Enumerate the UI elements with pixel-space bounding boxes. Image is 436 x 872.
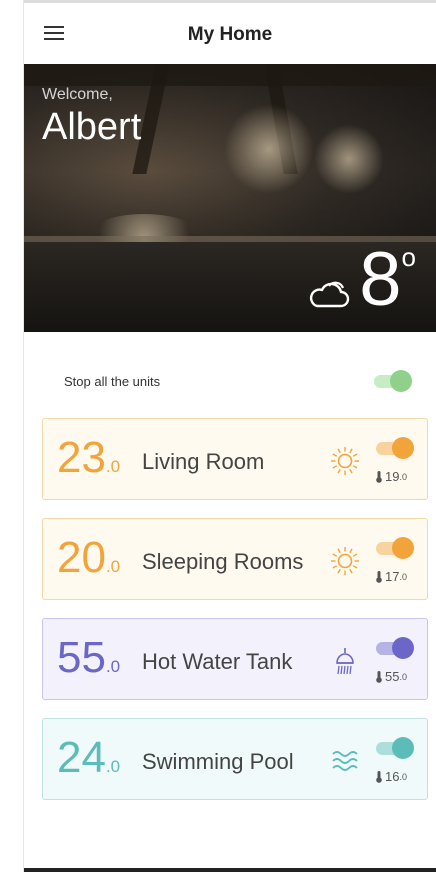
temperature-value: 24 (57, 733, 106, 782)
temperature-value: 55 (57, 633, 106, 682)
shower-icon (329, 645, 361, 677)
current-temperature: 20.0 (57, 533, 120, 592)
setpoint-value: 16 (385, 769, 400, 784)
current-temperature: 55.0 (57, 633, 120, 692)
unit-toggle[interactable] (376, 437, 414, 459)
welcome-text: Welcome, (42, 86, 113, 103)
thermometer-icon (376, 770, 382, 783)
temperature-decimal: .0 (105, 457, 121, 476)
setpoint: 55.0 (376, 669, 407, 684)
setpoint-decimal: .0 (399, 671, 407, 682)
setpoint: 19.0 (376, 469, 407, 484)
setpoint-value: 19 (385, 469, 400, 484)
unit-card[interactable]: 20.0 Sleeping Rooms 17.0 (42, 518, 428, 600)
stop-all-label: Stop all the units (64, 374, 161, 389)
temperature-decimal: .0 (105, 757, 121, 776)
setpoint-decimal: .0 (399, 471, 407, 482)
unit-card[interactable]: 24.0 Swimming Pool 16.0 (42, 718, 428, 800)
degree-symbol: o (401, 242, 416, 272)
app-header: My Home (24, 3, 436, 64)
pendant-lamp (224, 104, 314, 194)
sun-icon (329, 445, 361, 477)
cloud-sun-icon (310, 281, 350, 308)
temperature-decimal: .0 (105, 657, 121, 676)
unit-toggle[interactable] (376, 537, 414, 559)
thermometer-icon (376, 670, 382, 683)
setpoint-value: 17 (385, 569, 400, 584)
ceiling-beam (24, 64, 436, 86)
waves-icon (329, 745, 361, 777)
unit-name: Living Room (142, 449, 265, 474)
unit-name: Swimming Pool (142, 749, 294, 774)
setpoint-decimal: .0 (399, 771, 407, 782)
temperature-value: 20 (57, 533, 106, 582)
setpoint: 17.0 (376, 569, 407, 584)
app-screen: My Home Welcome, Albert 8 o Stop all the… (24, 0, 436, 872)
pendant-lamp (314, 124, 384, 194)
unit-toggle[interactable] (376, 637, 414, 659)
temperature-value: 23 (57, 433, 106, 482)
page-title: My Home (187, 24, 273, 45)
setpoint-value: 55 (385, 669, 400, 684)
bottom-edge (24, 868, 436, 872)
unit-toggle[interactable] (376, 737, 414, 759)
unit-card[interactable]: 55.0 Hot Water Tank 55.0 (42, 618, 428, 700)
current-temperature: 24.0 (57, 733, 120, 792)
unit-card[interactable]: 23.0 Living Room 19.0 (42, 418, 428, 500)
weather-widget: 8 o (305, 242, 416, 318)
welcome-banner: Welcome, Albert 8 o (24, 64, 436, 332)
thermometer-icon (376, 470, 382, 483)
user-name: Albert (42, 106, 142, 148)
stop-all-toggle[interactable] (374, 370, 412, 392)
setpoint-decimal: .0 (399, 571, 407, 582)
sun-icon (329, 545, 361, 577)
outdoor-temperature: 8 (359, 237, 402, 322)
temperature-decimal: .0 (105, 557, 121, 576)
thermometer-icon (376, 570, 382, 583)
current-temperature: 23.0 (57, 433, 120, 492)
setpoint: 16.0 (376, 769, 407, 784)
unit-name: Hot Water Tank (142, 649, 293, 674)
unit-name: Sleeping Rooms (142, 549, 304, 574)
